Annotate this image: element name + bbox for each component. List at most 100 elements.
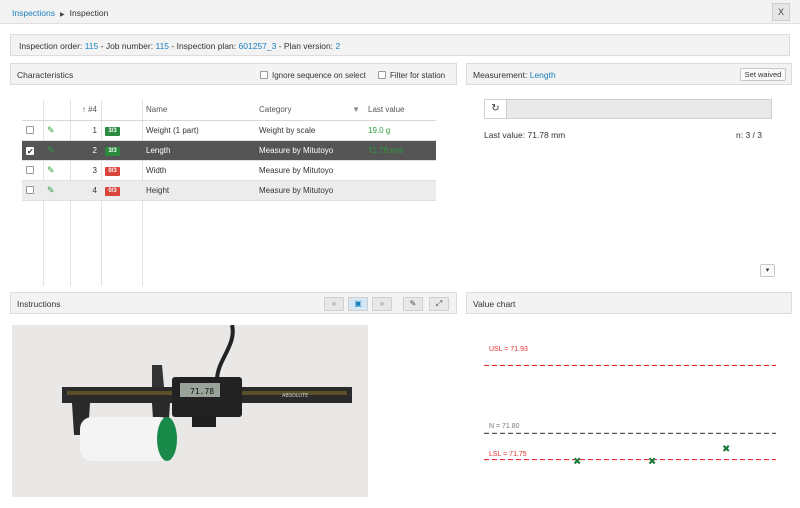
progress-badge: 3/3 [105,146,120,156]
row-number: 1 [70,120,101,141]
row-last-value: 71.78 mm [364,140,436,161]
ignore-sequence-checkbox[interactable]: Ignore sequence on select [260,71,366,80]
table-row[interactable]: ✎ 1 3/3 Weight (1 part) Weight by scale 19.0 … [22,120,436,141]
job-label: - Job number: [100,41,154,51]
sort-arrow-icon: ↑ [81,105,86,115]
row-number: 4 [70,180,101,201]
data-point-marker: ✖ [648,457,656,468]
instructions-header: Instructions « ▣ » ✎ ⤢ [10,292,457,314]
filter-icon[interactable]: ▼ [352,105,360,114]
version-label: - Plan version: [278,41,334,51]
row-checkbox-cell[interactable] [22,180,43,201]
progress-badge: 0/3 [105,166,120,176]
header-last-value[interactable]: Last value [364,100,436,121]
caliper-display: 71.78 [190,387,214,396]
previous-button[interactable]: « [324,297,344,311]
row-last-value [364,160,436,181]
progress-badge: 3/3 [105,126,120,136]
header-name[interactable]: Name [142,100,255,121]
breadcrumb-arrow-icon: ▶ [60,12,65,18]
header-category-label: Category [259,105,292,115]
measurement-input[interactable] [508,100,771,118]
breadcrumb-current: Inspection [69,8,109,18]
row-badge-cell: 0/3 [101,160,142,181]
breadcrumb: Inspections ▶ Inspection [12,8,108,18]
table-row[interactable]: ✎ 3 0/3 Width Measure by Mitutoyo [22,160,436,181]
plan-value[interactable]: 601257_3 [239,41,277,51]
expand-icon[interactable]: ⤢ [429,297,449,311]
row-category: Measure by Mitutoyo [255,140,364,161]
order-value[interactable]: 115 [85,41,99,51]
leaf-icon: ✎ [47,124,55,135]
header-number-label: #4 [88,105,97,115]
header-badge-cell [101,100,142,121]
lsl-label: LSL = 71.75 [489,451,527,458]
leaf-icon: ✎ [47,164,55,175]
row-badge-cell: 3/3 [101,140,142,161]
inspection-info-bar: Inspection order: 115 - Job number: 115 … [10,34,790,56]
row-checkbox[interactable]: ✔ [26,146,34,155]
order-label: Inspection order: [19,41,83,51]
row-checkbox-cell[interactable] [22,120,43,141]
caliper-brand: ABSOLUTE [282,393,308,399]
measurement-count: n: 3 / 3 [736,130,762,140]
row-last-value [364,180,436,201]
row-category: Measure by Mitutoyo [255,160,364,181]
characteristics-title: Characteristics [17,70,74,80]
table-row[interactable]: ✔ ✎ 2 3/3 Length Measure by Mitutoyo 71.78 mm [22,140,436,161]
refresh-icon[interactable]: ↻ [485,100,507,118]
value-chart-header: Value chart [466,292,792,314]
row-number: 3 [70,160,101,181]
job-value[interactable]: 115 [155,41,169,51]
close-button[interactable]: X [772,3,790,21]
header-number[interactable]: ↑ #4 [70,100,101,121]
row-status-cell: ✎ [43,160,70,181]
measurement-label: Measurement: [473,70,528,80]
row-name: Length [142,140,255,161]
instructions-title: Instructions [17,299,61,309]
row-status-cell: ✎ [43,180,70,201]
row-number: 2 [70,140,101,161]
breadcrumb-inspections[interactable]: Inspections [12,8,55,18]
measurement-header: Measurement: Length Set waived [466,63,792,85]
usl-label: USL = 71.93 [489,346,528,353]
plan-label: - Inspection plan: [171,41,237,51]
row-status-cell: ✎ [43,140,70,161]
row-name: Height [142,180,255,201]
row-checkbox[interactable] [26,125,34,134]
measurement-input-group: ↻ [484,99,772,119]
image-icon[interactable]: ▣ [348,297,368,311]
data-point-marker: ✖ [722,444,730,455]
row-badge-cell: 3/3 [101,120,142,141]
row-checkbox-cell[interactable] [22,160,43,181]
version-value[interactable]: 2 [335,41,340,51]
next-button[interactable]: » [372,297,392,311]
header-category[interactable]: Category ▼ [255,100,364,121]
row-name: Weight (1 part) [142,120,255,141]
row-category: Weight by scale [255,120,364,141]
measurement-title: Measurement: Length [473,70,556,80]
filter-station-checkbox[interactable]: Filter for station [378,71,445,80]
characteristics-table: ↑ #4 Name Category ▼ Last value ✎ 1 3/3 Weig… [22,100,436,201]
value-chart: USL = 71.93 N = 71.80 LSL = 71.75 ✖ ✖ ✖ [484,346,776,468]
top-bar: Inspections ▶ Inspection X [0,0,800,24]
leaf-icon: ✎ [47,184,55,195]
row-checkbox-cell[interactable]: ✔ [22,140,43,161]
ignore-sequence-label: Ignore sequence on select [272,71,366,80]
row-badge-cell: 0/3 [101,180,142,201]
row-name: Width [142,160,255,181]
row-checkbox[interactable] [26,185,34,194]
row-last-value: 19.0 g [364,120,436,141]
instruction-image: 71.78 ABSOLUTE [12,325,368,497]
checkbox-box[interactable] [260,71,268,79]
row-status-cell: ✎ [43,120,70,141]
header-checkbox-cell [22,100,43,121]
pin-icon[interactable]: ✎ [403,297,423,311]
checkbox-box[interactable] [378,71,386,79]
row-checkbox[interactable] [26,165,34,174]
progress-badge: 0/3 [105,186,120,196]
set-waived-button[interactable]: Set waived [740,68,786,81]
characteristics-header: Characteristics Ignore sequence on selec… [10,63,457,85]
table-row[interactable]: ✎ 4 0/3 Height Measure by Mitutoyo [22,180,436,201]
chevron-down-icon[interactable]: ▾ [760,264,775,277]
